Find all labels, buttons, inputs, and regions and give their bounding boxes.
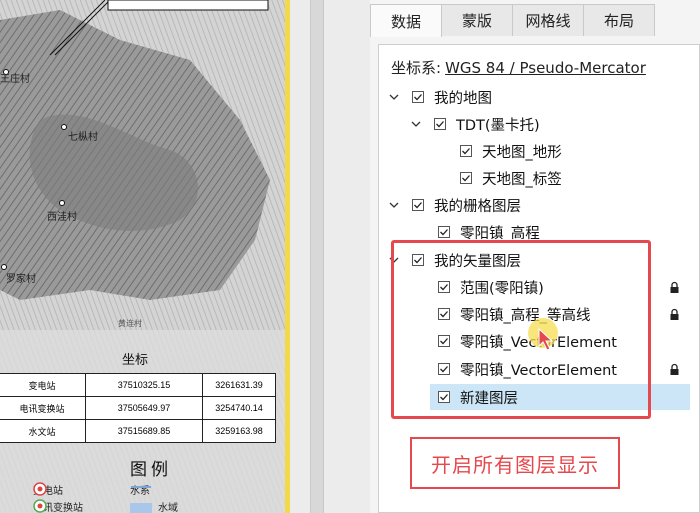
- annotation-callout: 开启所有图层显示: [410, 437, 620, 489]
- table-cell: 37505649.97: [85, 396, 203, 420]
- panel-tabs: 数据 蒙版 网格线 布局: [370, 4, 655, 37]
- water-line-icon: [131, 486, 151, 488]
- table-row: 水文站 37515689.85 3259163.98: [0, 419, 276, 443]
- mouse-pointer-icon: [538, 328, 554, 351]
- layer-checkbox[interactable]: [434, 118, 446, 130]
- table-cell: 3259163.98: [202, 419, 276, 443]
- crs-display: 坐标系: WGS 84 / Pseudo-Mercator: [391, 57, 646, 78]
- layer-label: 天地图_地形: [482, 144, 562, 161]
- telecom-station-icon: [33, 499, 47, 513]
- layer-label: TDT(墨卡托): [456, 117, 540, 134]
- tree-row-tdt[interactable]: TDT(墨卡托): [410, 111, 540, 137]
- table-cell: 3261631.39: [202, 373, 276, 397]
- legend-item: 变电站: [33, 482, 63, 497]
- tab-gridlines[interactable]: 网格线: [512, 4, 584, 36]
- crs-link[interactable]: WGS 84 / Pseudo-Mercator: [445, 59, 646, 77]
- village-label: 王庄村: [0, 74, 30, 85]
- substation-icon: [33, 482, 47, 496]
- table-cell: 电讯变换站: [0, 396, 86, 420]
- layer-label: 我的栅格图层: [434, 198, 521, 215]
- table-row: 电讯变换站 37505649.97 3254740.14: [0, 396, 276, 420]
- lock-icon[interactable]: [669, 363, 680, 376]
- crs-label: 坐标系:: [391, 59, 442, 77]
- highlight-box: [391, 240, 651, 419]
- layer-checkbox[interactable]: [438, 226, 450, 238]
- vertical-scrollbar[interactable]: [310, 0, 324, 513]
- water-area-icon: [130, 503, 152, 513]
- village-label: 七枞村: [68, 132, 98, 143]
- tree-row-my-map[interactable]: 我的地图: [388, 84, 492, 110]
- table-cell: 水文站: [0, 419, 86, 443]
- table-cell: 37515689.85: [85, 419, 203, 443]
- splitter[interactable]: [290, 0, 370, 513]
- table-cell: 变电站: [0, 373, 86, 397]
- legend-title: 图例: [130, 460, 172, 480]
- tree-row-tdt-label[interactable]: 天地图_标签: [460, 165, 562, 191]
- map-canvas[interactable]: 王庄村 七枞村 西洼村 罗家村 黄连村 坐标 变电站 37510325.15 3…: [0, 0, 290, 513]
- legend-item: 电讯变换站: [33, 499, 83, 513]
- village-label: 罗家村: [6, 274, 36, 285]
- layer-checkbox[interactable]: [412, 199, 424, 211]
- lock-icon[interactable]: [669, 281, 680, 294]
- chevron-down-icon[interactable]: [388, 199, 400, 211]
- tab-mask[interactable]: 蒙版: [441, 4, 513, 36]
- village-label: 西洼村: [47, 212, 77, 223]
- tab-data[interactable]: 数据: [370, 4, 442, 37]
- layer-checkbox[interactable]: [412, 91, 424, 103]
- coordinate-table: 变电站 37510325.15 3261631.39 电讯变换站 3750564…: [0, 373, 276, 443]
- legend-label: 水域: [158, 503, 178, 513]
- layer-label: 我的地图: [434, 90, 492, 107]
- legend-item: 水系: [130, 482, 151, 497]
- table-cell: 3254740.14: [202, 396, 276, 420]
- chevron-down-icon[interactable]: [410, 118, 422, 130]
- legend-item: 水域: [130, 499, 178, 513]
- tree-row-tdt-terrain[interactable]: 天地图_地形: [460, 138, 562, 164]
- lock-icon[interactable]: [669, 308, 680, 321]
- layer-label: 天地图_标签: [482, 171, 562, 188]
- table-row: 变电站 37510325.15 3261631.39: [0, 373, 276, 397]
- tab-layout[interactable]: 布局: [583, 4, 655, 36]
- tree-row-raster-group[interactable]: 我的栅格图层: [388, 192, 521, 218]
- table-cell: 37510325.15: [85, 373, 203, 397]
- layer-checkbox[interactable]: [460, 172, 472, 184]
- layer-checkbox[interactable]: [460, 145, 472, 157]
- chevron-down-icon[interactable]: [388, 91, 400, 103]
- coordinate-table-title: 坐标: [122, 353, 149, 368]
- village-label: 黄连村: [118, 319, 142, 328]
